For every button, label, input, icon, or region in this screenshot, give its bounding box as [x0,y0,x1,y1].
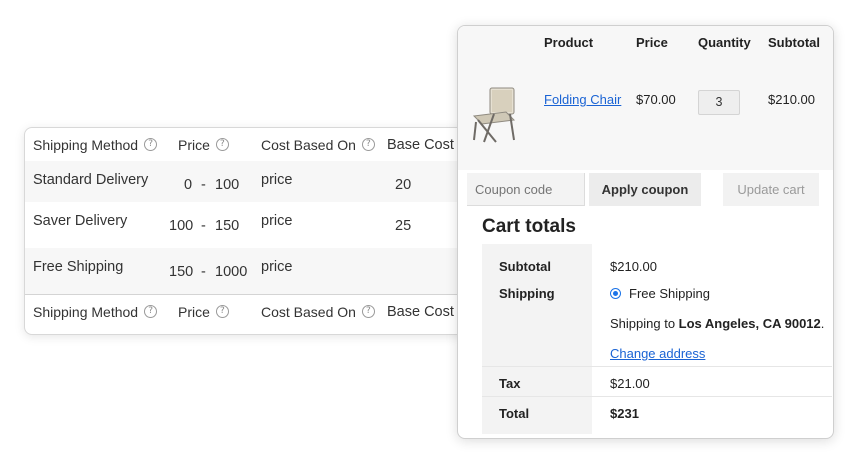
apply-coupon-button[interactable]: Apply coupon [589,173,701,206]
base-cost: 25 [395,218,412,234]
tax-label: Tax [499,376,521,391]
shipping-option-label: Free Shipping [629,286,710,301]
cart-actions: Apply coupon Update cart [458,170,833,210]
range-separator: - [201,218,206,234]
help-icon[interactable]: ? [361,138,375,151]
header-quantity: Quantity [698,35,751,50]
table-row: Saver Delivery 100 - 150 price 25 [25,202,495,248]
cart-table-header: Product Price Quantity Subtotal [458,26,833,70]
item-price: $70.00 [636,92,676,107]
header-price: Price [636,35,668,50]
header-label: Price [178,303,210,320]
item-subtotal: $210.00 [768,92,815,107]
header-subtotal: Subtotal [768,35,820,50]
price-min: 150 [169,264,194,280]
cost-based-on: price [261,259,293,275]
update-cart-button[interactable]: Update cart [723,173,819,206]
help-icon[interactable]: ? [144,138,158,151]
header-label: Shipping Method [33,136,139,153]
shipping-location: Los Angeles, CA 90012 [678,316,821,331]
divider [482,396,832,397]
table-row: Standard Delivery 0 - 100 price 20 [25,161,495,202]
product-link[interactable]: Folding Chair [544,92,621,107]
help-icon[interactable]: ? [215,305,229,318]
header-shipping-method: Shipping Method ? [33,128,158,161]
subtotal-value: $210.00 [610,259,657,274]
folding-chair-image[interactable] [470,86,522,144]
header-label: Base Cost [387,136,454,153]
help-icon[interactable]: ? [361,305,375,318]
shipping-method-name: Free Shipping [33,259,124,275]
shipping-method-name: Standard Delivery [33,172,149,188]
price-min: 0 [184,177,193,193]
divider [482,366,832,367]
footer-cost-based-on: Cost Based On ? [261,295,375,328]
coupon-code-input[interactable] [467,173,585,206]
help-icon[interactable]: ? [144,305,158,318]
range-separator: - [201,264,206,280]
price-max: 150 [215,218,240,234]
shipping-option[interactable]: Free Shipping [610,286,710,301]
cart-totals-title: Cart totals [482,216,576,237]
price-max: 100 [215,177,240,193]
cart-item-row: Folding Chair $70.00 $210.00 [458,70,833,170]
header-label: Shipping Method [33,303,139,320]
footer-shipping-method: Shipping Method ? [33,295,158,328]
table-row: Free Shipping 150 - 1000 price [25,248,495,294]
price-max: 1000 [215,264,248,280]
total-value: $231 [610,406,639,421]
shipping-label: Shipping [499,286,555,301]
shipping-table-footer: Shipping Method ? Price ? Cost Based On … [25,294,495,328]
cost-based-on: price [261,172,293,188]
cost-based-on: price [261,213,293,229]
header-product: Product [544,35,594,50]
footer-base-cost: Base Cost [387,295,454,328]
footer-price: Price ? [178,295,229,328]
shipping-method-name: Saver Delivery [33,213,128,229]
header-label: Base Cost [387,303,454,320]
tax-value: $21.00 [610,376,650,391]
header-base-cost: Base Cost [387,128,454,161]
radio-selected-icon[interactable] [610,288,621,299]
shipping-to-prefix: Shipping to [610,316,679,331]
header-label: Price [178,136,210,153]
base-cost: 20 [395,177,412,193]
help-icon[interactable]: ? [215,138,229,151]
quantity-input[interactable] [698,90,740,115]
range-separator: - [201,177,206,193]
shipping-to-suffix: . [820,316,825,331]
shipping-table-header: Shipping Method ? Price ? Cost Based On … [25,128,495,162]
header-label: Cost Based On [261,136,356,153]
change-address-link[interactable]: Change address [610,346,705,361]
cart-panel: Product Price Quantity Subtotal Folding … [457,25,834,439]
header-label: Cost Based On [261,303,356,320]
header-price: Price ? [178,128,229,161]
shipping-rules-table: Shipping Method ? Price ? Cost Based On … [24,127,496,335]
total-label: Total [499,406,530,421]
subtotal-label: Subtotal [499,259,551,274]
cart-totals-table: Subtotal $210.00 Shipping Free Shipping … [482,244,832,434]
price-min: 100 [169,218,194,234]
shipping-destination-text: Shipping to Los Angeles, CA 90012. [610,316,824,331]
header-cost-based-on: Cost Based On ? [261,128,375,161]
